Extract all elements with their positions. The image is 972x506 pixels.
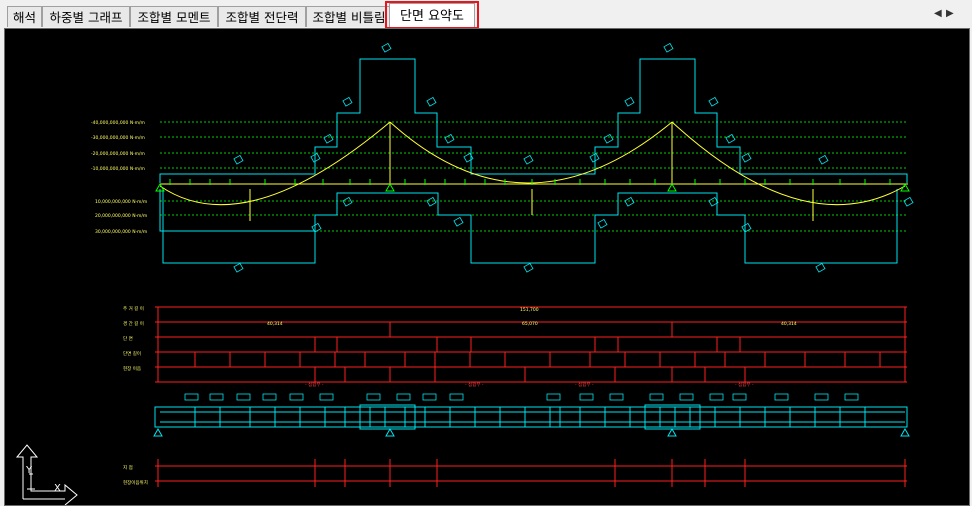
moment-label-n30: -30,000,000,000 N·m/m	[91, 135, 145, 141]
drawing-canvas[interactable]: -40,000,000,000 N·m/m -30,000,000,000 N·…	[4, 28, 970, 506]
row-label-field-splice: 현장 이음	[123, 365, 141, 372]
row-label-section: 단 면	[123, 335, 133, 342]
moment-label-n20: -20,000,000,000 N·m/m	[91, 151, 145, 157]
splice-mark-1: - 접합부 -	[305, 381, 324, 388]
tab-analysis[interactable]: 해석	[7, 6, 42, 27]
axis-label-x: X	[54, 483, 61, 494]
span-1-length: 40,314	[267, 321, 283, 327]
bottom-table-labels: 지 점 현장이음위치	[123, 464, 148, 486]
girder-section-tags	[184, 393, 859, 401]
section-tags	[233, 42, 914, 273]
bottom-table-lines	[155, 459, 907, 487]
tab-combo-moment[interactable]: 조합별 모멘트	[130, 6, 218, 27]
capacity-envelope-bottom	[159, 189, 316, 264]
tab-combo-shear[interactable]: 조합별 전단력	[218, 6, 306, 27]
row-label-splice-position: 현장이음위치	[123, 479, 148, 486]
total-length-value: 151,700	[520, 307, 539, 313]
capacity-envelope-bottom-path	[162, 189, 898, 264]
girder-elevation	[154, 404, 908, 430]
moment-label-n10: -10,000,000,000 N·m/m	[91, 166, 145, 172]
span-2-length: 65,070	[522, 321, 538, 327]
splice-mark-2: - 접합부 -	[465, 381, 484, 388]
span-3-length: 40,314	[781, 321, 797, 327]
dimension-table-lines	[155, 306, 907, 383]
moment-level-labels: -40,000,000,000 N·m/m -30,000,000,000 N·…	[91, 120, 147, 235]
tab-load-graph[interactable]: 하중별 그래프	[42, 6, 130, 27]
axis-label-y: Y	[25, 465, 33, 476]
row-label-support: 지 점	[123, 464, 133, 471]
section-summary-drawing: -40,000,000,000 N·m/m -30,000,000,000 N·…	[15, 42, 914, 505]
tab-combo-torsion[interactable]: 조합별 비틀림	[306, 6, 392, 27]
splice-mark-4: - 접합부 -	[735, 381, 754, 388]
splice-mark-3: - 접합부 -	[575, 381, 594, 388]
tab-scroll-left-icon[interactable]: ◀	[934, 8, 942, 19]
moment-label-p20: 20,000,000,000 N·m/m	[95, 213, 147, 219]
capacity-envelope-top	[159, 58, 908, 183]
dimension-table-labels: 주 거 길 이 경 간 길 이 단 면 단면 길이 현장 이음 151,700 …	[123, 305, 797, 372]
row-label-span-length: 경 간 길 이	[123, 320, 144, 327]
moment-label-n40: -40,000,000,000 N·m/m	[91, 120, 145, 126]
active-tab-highlight	[385, 1, 479, 29]
girder-supports	[153, 427, 910, 437]
row-label-girder-length: 주 거 길 이	[123, 305, 144, 312]
moment-level-lines	[160, 121, 907, 232]
tab-scroll-right-icon[interactable]: ▶	[946, 8, 954, 19]
tab-bar: 해석 하중별 그래프 조합별 모멘트 조합별 전단력 조합별 비틀림 단면 요약…	[0, 0, 972, 29]
row-label-section-length: 단면 길이	[123, 350, 141, 357]
moment-label-p10: 10,000,000,000 N·m/m	[95, 199, 147, 205]
moment-label-p30: 30,000,000,000 N·m/m	[95, 229, 147, 235]
